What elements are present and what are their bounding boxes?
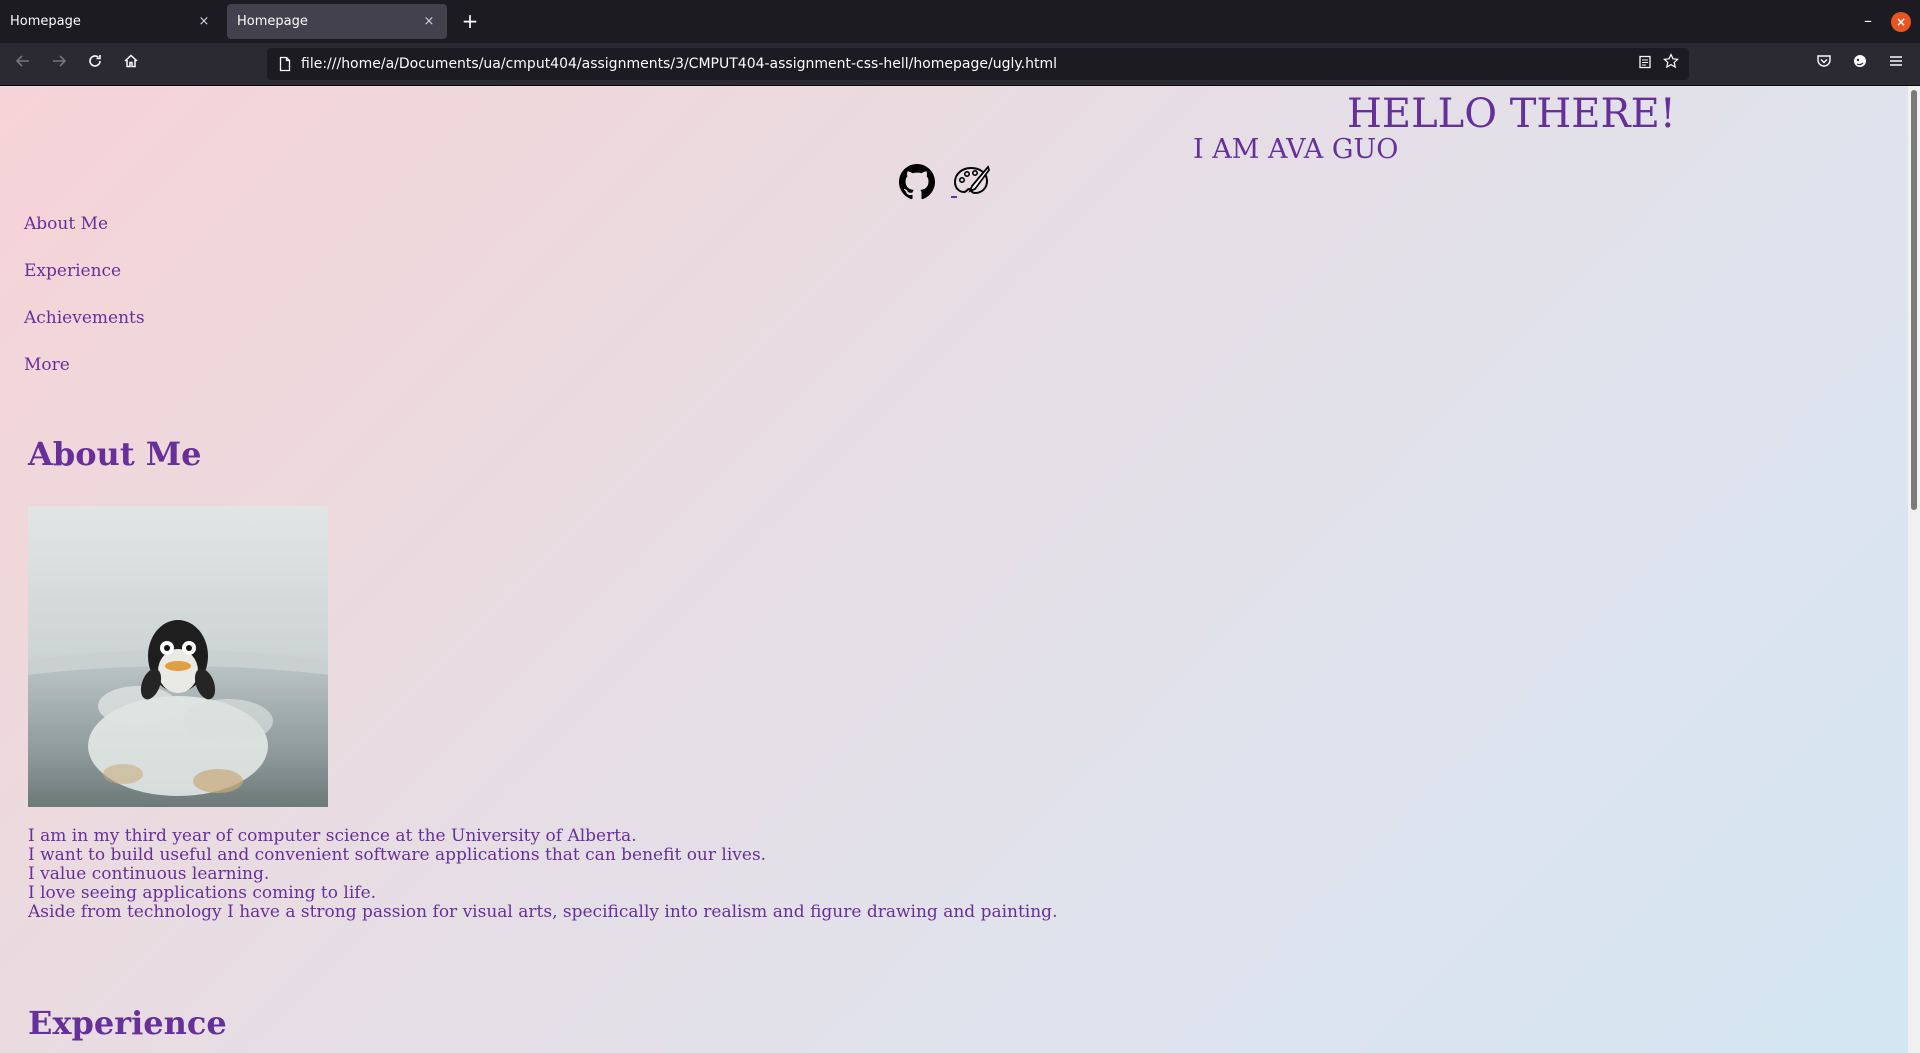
about-me-text: I am in my third year of computer scienc… — [28, 827, 1057, 922]
about-line: I want to build useful and convenient so… — [28, 845, 767, 865]
tab-homepage-2[interactable]: Homepage × — [227, 4, 447, 39]
new-tab-button[interactable]: + — [458, 9, 482, 33]
tab-close-icon[interactable]: × — [196, 14, 212, 29]
about-line: I value continuous learning. — [28, 864, 270, 884]
extension-icon[interactable] — [1848, 52, 1872, 76]
navigation-toolbar: file:///home/a/Documents/ua/cmput404/ass… — [0, 43, 1920, 86]
home-icon[interactable] — [119, 52, 143, 76]
tab-homepage-1[interactable]: Homepage × — [0, 4, 222, 39]
minimize-window-button[interactable]: – — [1856, 10, 1880, 34]
tab-title: Homepage — [237, 14, 308, 29]
nav-link-more[interactable]: More — [24, 353, 145, 400]
tab-close-icon[interactable]: × — [421, 14, 437, 29]
tab-title: Homepage — [10, 14, 81, 29]
reader-view-icon[interactable] — [1633, 52, 1657, 76]
page-viewport: HELLO THERE! I AM AVA GUO About Me Exper… — [0, 86, 1908, 1053]
art-palette-icon[interactable] — [952, 164, 992, 204]
url-text[interactable]: file:///home/a/Documents/ua/cmput404/ass… — [301, 48, 1057, 80]
back-icon[interactable] — [11, 52, 35, 76]
github-icon[interactable] — [899, 164, 937, 204]
greeting-heading: HELLO THERE! — [1347, 91, 1676, 137]
page-scrollbar[interactable] — [1908, 86, 1920, 1053]
close-window-button[interactable]: × — [1891, 12, 1911, 32]
page-icon — [279, 56, 291, 72]
nav-link-about-me[interactable]: About Me — [24, 212, 145, 259]
about-line: I love seeing applications coming to lif… — [28, 883, 377, 903]
address-bar[interactable]: file:///home/a/Documents/ua/cmput404/ass… — [267, 48, 1689, 80]
nav-link-achievements[interactable]: Achievements — [24, 306, 145, 353]
about-line: I am in my third year of computer scienc… — [28, 826, 637, 846]
name-subheading: I AM AVA GUO — [1193, 134, 1399, 165]
tab-bar: Homepage × Homepage × + – × — [0, 0, 1920, 43]
nav-link-experience[interactable]: Experience — [24, 259, 145, 306]
reload-icon[interactable] — [83, 52, 107, 76]
menu-icon[interactable] — [1884, 52, 1908, 76]
about-me-heading: About Me — [28, 435, 202, 473]
scrollbar-thumb[interactable] — [1911, 90, 1917, 510]
pocket-icon[interactable] — [1812, 52, 1836, 76]
about-line: Aside from technology I have a strong pa… — [28, 902, 1058, 922]
section-nav: About Me Experience Achievements More — [24, 212, 145, 400]
bookmark-star-icon[interactable] — [1659, 52, 1683, 76]
forward-icon[interactable] — [47, 52, 71, 76]
profile-photo — [28, 506, 328, 807]
experience-heading: Experience — [28, 1004, 227, 1042]
